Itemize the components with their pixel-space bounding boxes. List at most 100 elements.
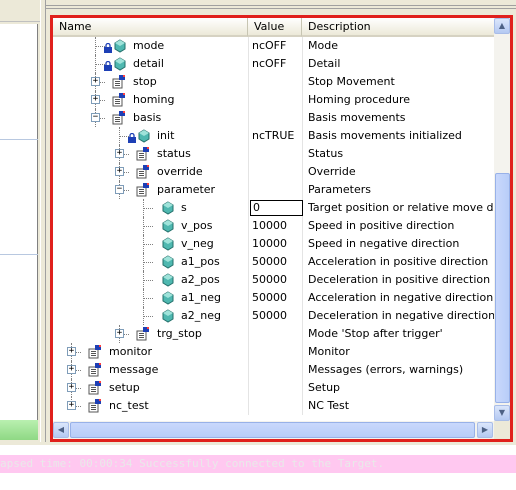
variable-value[interactable]: ncTRUE [252,127,302,145]
column-header: Name Value Description [53,18,494,37]
variable-name: status [157,147,191,160]
variable-name: monitor [109,345,153,358]
collapse-icon[interactable]: − [115,185,124,194]
tree-row[interactable]: − basis Basis movements [53,109,494,127]
splitter[interactable] [40,0,46,442]
tree-row[interactable]: v_pos 10000 Speed in positive direction [53,217,494,235]
tree-row[interactable]: detail ncOFF Detail [53,55,494,73]
tree-row[interactable]: a2_neg 50000 Deceleration in negative dire… [53,307,494,325]
tree-row[interactable]: + message Messages (errors, warnings) [53,361,494,379]
cube-icon [135,128,151,144]
column-header-name[interactable]: Name [53,18,248,37]
cube-icon [159,272,175,288]
tree-row[interactable]: + override Override [53,163,494,181]
tree-row[interactable]: v_neg 10000 Speed in negative direction [53,235,494,253]
variable-name: v_pos [181,219,213,232]
variable-description: Basis movements [308,111,406,124]
expand-icon[interactable]: + [67,365,76,374]
tree-row[interactable]: + stop Stop Movement [53,73,494,91]
scroll-up-icon[interactable]: ▲ [494,18,510,34]
left-panel-status-indicator [0,420,38,440]
tree-row[interactable]: + trg_stop Mode 'Stop after trigger' [53,325,494,343]
variable-value[interactable] [252,361,302,379]
variable-value[interactable] [252,163,302,181]
left-panel-header [0,0,40,22]
variable-value[interactable] [252,325,302,343]
variable-name: homing [133,93,175,106]
variable-value[interactable] [252,379,302,397]
variable-name: v_neg [181,237,214,250]
horizontal-scrollbar[interactable]: ◀ ▶ [53,421,494,439]
column-header-value[interactable]: Value [248,18,302,37]
variable-description: Homing procedure [308,93,411,106]
variable-value[interactable] [252,109,302,127]
variable-value[interactable] [252,397,302,415]
tree-row[interactable]: − parameter Parameters [53,181,494,199]
cube-icon [159,308,175,324]
left-list-separator [0,254,38,255]
variable-value[interactable]: ncOFF [252,55,302,73]
variable-value[interactable]: 50000 [252,253,302,271]
left-panel-list[interactable] [0,24,38,420]
tree-row[interactable]: s 0 Target position or relative move dista… [53,199,494,217]
tree-row[interactable]: + status Status [53,145,494,163]
variable-description: Monitor [308,345,350,358]
expand-icon[interactable]: + [115,329,124,338]
tree-row[interactable]: + setup Setup [53,379,494,397]
cube-icon [159,254,175,270]
cube-icon [159,236,175,252]
variable-value[interactable] [252,181,302,199]
variable-description: Deceleration in positive direction [308,273,491,286]
tree-row[interactable]: + monitor Monitor [53,343,494,361]
expand-icon[interactable]: + [91,77,100,86]
structure-icon [135,146,151,162]
variable-value[interactable]: 50000 [252,307,302,325]
tree-row[interactable]: + homing Homing procedure [53,91,494,109]
variable-value[interactable]: 50000 [252,289,302,307]
cube-icon [159,200,175,216]
scroll-right-icon[interactable]: ▶ [477,422,493,438]
column-header-description[interactable]: Description [302,18,494,37]
variable-value[interactable]: 50000 [252,271,302,289]
expand-icon[interactable]: + [67,401,76,410]
vertical-scrollbar[interactable]: ▲ ▼ [494,18,510,421]
variable-watch-panel: Name Value Description mode ncOFF Mode deta… [50,15,513,442]
cube-icon [159,290,175,306]
variable-description: Setup [308,381,341,394]
expand-icon[interactable]: + [115,149,124,158]
variable-name: basis [133,111,162,124]
variable-description: Stop Movement [308,75,395,88]
panel-grip[interactable] [46,0,516,14]
value-edit-field[interactable]: 0 [250,200,303,216]
scroll-left-icon[interactable]: ◀ [53,422,69,438]
collapse-icon[interactable]: − [91,113,100,122]
variable-tree[interactable]: mode ncOFF Mode detail ncOFF Detail + stop Stop … [53,37,494,421]
variable-name: stop [133,75,157,88]
variable-value[interactable] [252,145,302,163]
expand-icon[interactable]: + [115,167,124,176]
variable-value[interactable] [252,91,302,109]
scroll-down-icon[interactable]: ▼ [494,405,510,421]
variable-value[interactable] [252,343,302,361]
tree-row[interactable]: a1_neg 50000 Acceleration in negative dire… [53,289,494,307]
tree-row[interactable]: mode ncOFF Mode [53,37,494,55]
tree-row[interactable]: a2_pos 50000 Deceleration in positive dire… [53,271,494,289]
tree-row[interactable]: + nc_test NC Test [53,397,494,415]
variable-value[interactable]: 10000 [252,235,302,253]
variable-name: override [157,165,203,178]
horizontal-scroll-thumb[interactable] [70,422,475,438]
vertical-scroll-thumb[interactable] [495,173,510,403]
structure-icon [111,92,127,108]
variable-value[interactable]: ncOFF [252,37,302,55]
variable-description: Mode 'Stop after trigger' [308,327,443,340]
expand-icon[interactable]: + [67,347,76,356]
tree-row[interactable]: init ncTRUE Basis movements initialized [53,127,494,145]
tree-row[interactable]: a1_pos 50000 Acceleration in positive dire… [53,253,494,271]
variable-value[interactable]: 10000 [252,217,302,235]
structure-icon [87,380,103,396]
expand-icon[interactable]: + [67,383,76,392]
variable-value[interactable] [252,73,302,91]
expand-icon[interactable]: + [91,95,100,104]
variable-name: message [109,363,159,376]
structure-icon [87,344,103,360]
